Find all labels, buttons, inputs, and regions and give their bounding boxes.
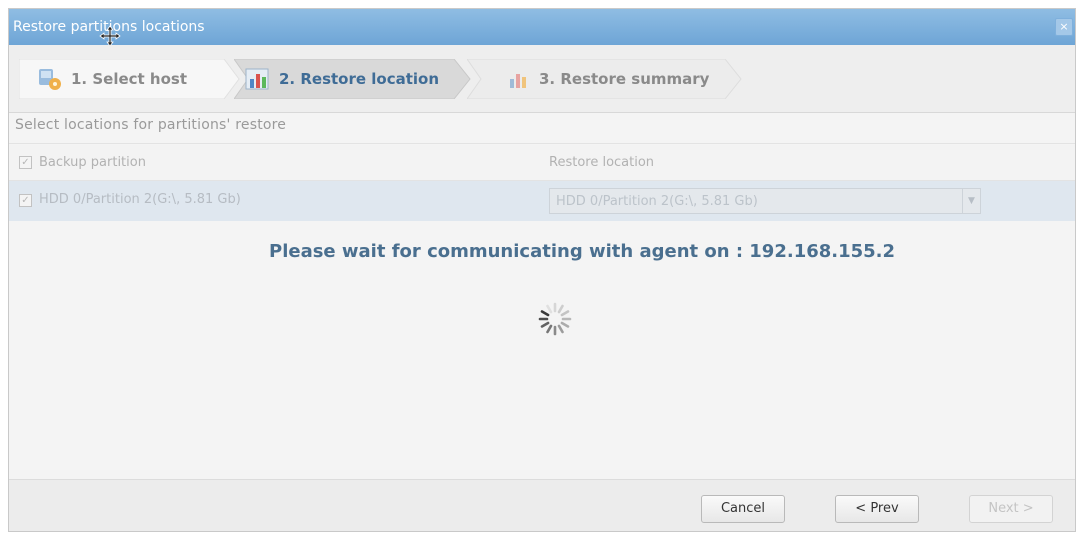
chart-icon: [245, 68, 269, 90]
section-divider: [9, 143, 1075, 144]
close-button[interactable]: ×: [1055, 18, 1073, 36]
restore-location-select[interactable]: HDD 0/Partition 2(G:\, 5.81 Gb) ▼: [549, 188, 981, 214]
header-backup-partition[interactable]: Backup partition: [39, 155, 146, 170]
host-icon: [39, 69, 61, 90]
move-cursor-icon: [99, 25, 121, 47]
prev-button[interactable]: < Prev: [835, 495, 919, 523]
wait-message: Please wait for communicating with agent…: [269, 241, 896, 262]
header-restore-location[interactable]: Restore location: [549, 155, 654, 170]
dialog-footer: Cancel < Prev Next >: [9, 479, 1075, 531]
restore-partitions-dialog: Restore partitions locations × 1. Select…: [8, 8, 1076, 532]
next-button[interactable]: Next >: [969, 495, 1053, 523]
select-all-checkbox[interactable]: ✓: [19, 156, 32, 169]
partitions-table-header: ✓ Backup partition Restore location: [9, 145, 1075, 181]
chart-icon: [510, 74, 526, 88]
restore-location-value: HDD 0/Partition 2(G:\, 5.81 Gb): [556, 194, 758, 209]
section-title: Select locations for partitions' restore: [15, 117, 287, 133]
cancel-button[interactable]: Cancel: [701, 495, 785, 523]
loading-spinner-icon: [538, 302, 572, 336]
chevron-down-icon[interactable]: ▼: [962, 189, 980, 213]
row-checkbox[interactable]: ✓: [19, 194, 32, 207]
table-row[interactable]: ✓ HDD 0/Partition 2(G:\, 5.81 Gb) HDD 0/…: [9, 181, 1075, 221]
dialog-titlebar[interactable]: Restore partitions locations ×: [9, 9, 1075, 45]
backup-partition-cell: HDD 0/Partition 2(G:\, 5.81 Gb): [39, 192, 241, 207]
wizard-steps: 1. Select host 2. Restore location 3. Re…: [9, 45, 1075, 113]
